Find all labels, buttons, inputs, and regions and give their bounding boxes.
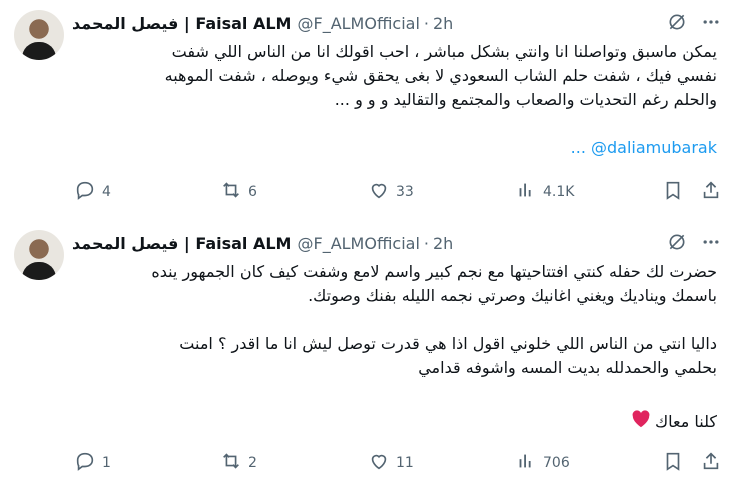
tweet[interactable]: فيصل المحمد | Faisal ALM @F_ALMOfficial … (0, 0, 737, 215)
views-button[interactable]: 4.1K (515, 179, 574, 205)
author-handle[interactable]: @F_ALMOfficial (297, 14, 419, 33)
grok-icon[interactable] (665, 230, 689, 254)
share-icon (700, 450, 722, 476)
more-icon[interactable] (699, 230, 723, 254)
share-button[interactable] (700, 450, 722, 476)
grok-icon[interactable] (665, 10, 689, 34)
tweet-top-icons (665, 230, 723, 254)
reply-button[interactable]: 1 (74, 450, 111, 476)
bookmark-icon (662, 179, 684, 205)
views-icon (515, 450, 537, 476)
closing-text: كلنا معاك (654, 411, 717, 431)
tweet-header: فيصل المحمد | Faisal ALM @F_ALMOfficial … (72, 232, 667, 254)
share-button[interactable] (700, 179, 722, 205)
like-count: 33 (396, 184, 414, 200)
repost-count: 6 (248, 184, 257, 200)
reply-count: 1 (102, 455, 111, 471)
tweet-text: يمكن ماسبق وتواصلنا انا وانتي بشكل مباشر… (164, 42, 717, 109)
bookmark-icon (662, 450, 684, 476)
timestamp[interactable]: 2h (433, 234, 453, 253)
bookmark-button[interactable] (662, 450, 684, 476)
share-icon (700, 179, 722, 205)
heart-emoji-icon (631, 410, 651, 432)
reply-button[interactable]: 4 (74, 179, 111, 205)
repost-button[interactable]: 2 (220, 450, 257, 476)
timestamp[interactable]: 2h (433, 14, 453, 33)
mention-link[interactable]: @daliamubarak (591, 138, 717, 157)
bookmark-button[interactable] (662, 179, 684, 205)
like-count: 11 (396, 455, 414, 471)
views-count: 4.1K (543, 184, 575, 200)
tweet-text: حضرت لك حفله كنتي افتتاحيتها مع نجم كبير… (151, 262, 717, 377)
repost-icon (220, 450, 242, 476)
reply-icon (74, 179, 96, 205)
reply-count: 4 (102, 184, 111, 200)
like-button[interactable]: 11 (368, 450, 414, 476)
action-bar: 4 6 33 4.1K (74, 180, 723, 204)
action-bar: 1 2 11 706 (74, 451, 723, 475)
reply-icon (74, 450, 96, 476)
more-icon[interactable] (699, 10, 723, 34)
repost-button[interactable]: 6 (220, 179, 257, 205)
author-name[interactable]: فيصل المحمد | Faisal ALM (72, 14, 291, 33)
author-name[interactable]: فيصل المحمد | Faisal ALM (72, 234, 291, 253)
tweet-top-icons (665, 10, 723, 34)
separator-dot: · (423, 233, 429, 253)
separator-dot: · (423, 13, 429, 33)
like-button[interactable]: 33 (368, 179, 414, 205)
repost-icon (220, 179, 242, 205)
repost-count: 2 (248, 455, 257, 471)
tweet[interactable]: فيصل المحمد | Faisal ALM @F_ALMOfficial … (0, 220, 737, 486)
author-handle[interactable]: @F_ALMOfficial (297, 234, 419, 253)
views-button[interactable]: 706 (515, 450, 570, 476)
mention-ellipsis: ... (570, 138, 586, 157)
mention-line: @daliamubarak ... (571, 138, 717, 157)
like-icon (368, 450, 390, 476)
closing-line: كلنا معاك (631, 410, 717, 432)
views-icon (515, 179, 537, 205)
like-icon (368, 179, 390, 205)
tweet-header: فيصل المحمد | Faisal ALM @F_ALMOfficial … (72, 12, 667, 34)
views-count: 706 (543, 455, 570, 471)
